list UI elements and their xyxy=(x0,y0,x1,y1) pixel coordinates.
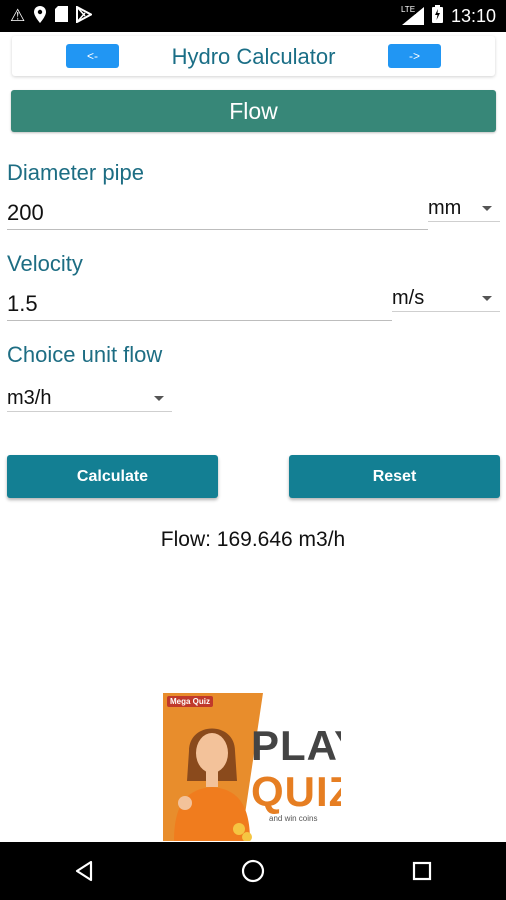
location-icon xyxy=(33,5,47,27)
diameter-unit-dropdown[interactable]: mm xyxy=(428,196,500,222)
network-type-label: LTE xyxy=(399,5,417,14)
section-title-banner: Flow xyxy=(11,90,496,132)
ad-person-image xyxy=(174,728,252,841)
diameter-unit-value: mm xyxy=(428,197,462,219)
status-icons-left: ⚠ xyxy=(10,4,94,27)
diameter-input[interactable] xyxy=(7,196,428,230)
play-store-icon xyxy=(76,4,94,27)
velocity-label: Velocity xyxy=(7,251,83,276)
sd-card-icon xyxy=(55,6,69,26)
app-header: Hydro Calculator <- -> xyxy=(12,36,495,76)
forward-button[interactable]: -> xyxy=(388,44,441,68)
flow-unit-dropdown[interactable]: m3/h xyxy=(7,386,172,412)
system-navigation-bar xyxy=(0,842,506,900)
flow-unit-value: m3/h xyxy=(7,387,52,409)
dropdown-caret-icon xyxy=(482,206,492,211)
nav-back-button[interactable] xyxy=(64,851,104,891)
reset-button[interactable]: Reset xyxy=(289,455,500,498)
nav-recents-button[interactable] xyxy=(402,851,442,891)
ad-tagline: and win coins xyxy=(269,814,318,823)
ad-banner[interactable]: Mega Quiz PLAY QUIZ and win coins xyxy=(163,693,341,841)
status-icons-right: LTE 13:10 xyxy=(399,4,496,28)
clock: 13:10 xyxy=(450,5,496,26)
ad-headline-quiz: QUIZ xyxy=(251,768,341,815)
velocity-input[interactable] xyxy=(7,287,392,321)
battery-icon xyxy=(431,4,443,28)
ad-headline-play: PLAY xyxy=(251,722,341,769)
velocity-unit-value: m/s xyxy=(392,287,425,309)
dropdown-caret-icon xyxy=(154,396,164,401)
recents-square-icon xyxy=(412,861,431,881)
back-triangle-icon xyxy=(76,860,93,882)
flow-unit-label: Choice unit flow xyxy=(7,342,163,367)
status-bar: ⚠ LTE 13:10 xyxy=(0,0,506,32)
calculate-button[interactable]: Calculate xyxy=(7,455,218,498)
diameter-label: Diameter pipe xyxy=(7,160,144,185)
home-circle-icon xyxy=(241,859,265,883)
dropdown-caret-icon xyxy=(482,296,492,301)
nav-home-button[interactable] xyxy=(233,851,273,891)
flow-result: Flow: 169.646 m3/h xyxy=(160,528,346,551)
warning-icon: ⚠ xyxy=(10,5,26,26)
signal-icon: LTE xyxy=(399,5,424,25)
ad-brand-logo: Mega Quiz xyxy=(167,696,214,707)
velocity-unit-dropdown[interactable]: m/s xyxy=(392,286,500,312)
back-button[interactable]: <- xyxy=(66,44,119,68)
